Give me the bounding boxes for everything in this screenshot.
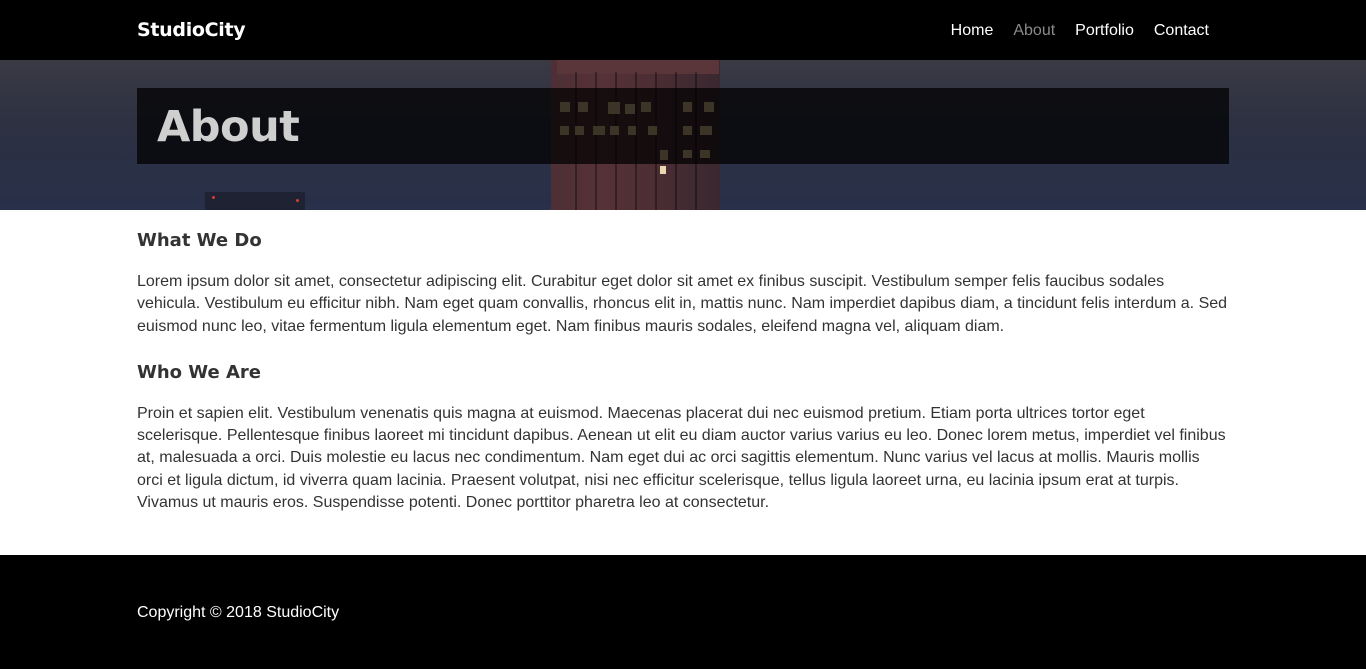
footer: Copyright © 2018 StudioCity [0, 555, 1366, 669]
nav-item-contact: Contact [1154, 22, 1209, 40]
section-heading-who-we-are: Who We Are [137, 361, 262, 383]
nav-item-portfolio: Portfolio [1075, 22, 1134, 40]
copyright-text: Copyright © 2018 StudioCity [137, 604, 340, 621]
section-heading-what-we-do: What We Do [137, 230, 262, 251]
navbar: StudioCity Home About Portfolio Contact [0, 0, 1366, 60]
nav-link-portfolio[interactable]: Portfolio [1075, 22, 1134, 39]
main-nav: Home About Portfolio Contact [951, 22, 1209, 40]
nav-link-contact[interactable]: Contact [1154, 22, 1209, 39]
hero-banner: About [0, 60, 1366, 210]
nav-item-about: About [1013, 22, 1055, 40]
hero-roof-light [296, 199, 299, 202]
brand-logo-link[interactable]: StudioCity [137, 19, 246, 41]
hero-title-box: About [137, 88, 1229, 164]
nav-link-home[interactable]: Home [951, 22, 994, 39]
main-content: What We Do Lorem ipsum dolor sit amet, c… [137, 210, 1229, 514]
nav-item-home: Home [951, 22, 994, 40]
section-body-what-we-do: Lorem ipsum dolor sit amet, consectetur … [137, 273, 1228, 335]
page-title: About [157, 102, 300, 152]
nav-link-about[interactable]: About [1013, 22, 1055, 39]
hero-roof-light [212, 196, 215, 199]
section-body-who-we-are: Proin et sapien elit. Vestibulum venenat… [137, 404, 1226, 512]
hero-roof-silhouette [205, 192, 305, 210]
hero-window-light [660, 166, 666, 174]
